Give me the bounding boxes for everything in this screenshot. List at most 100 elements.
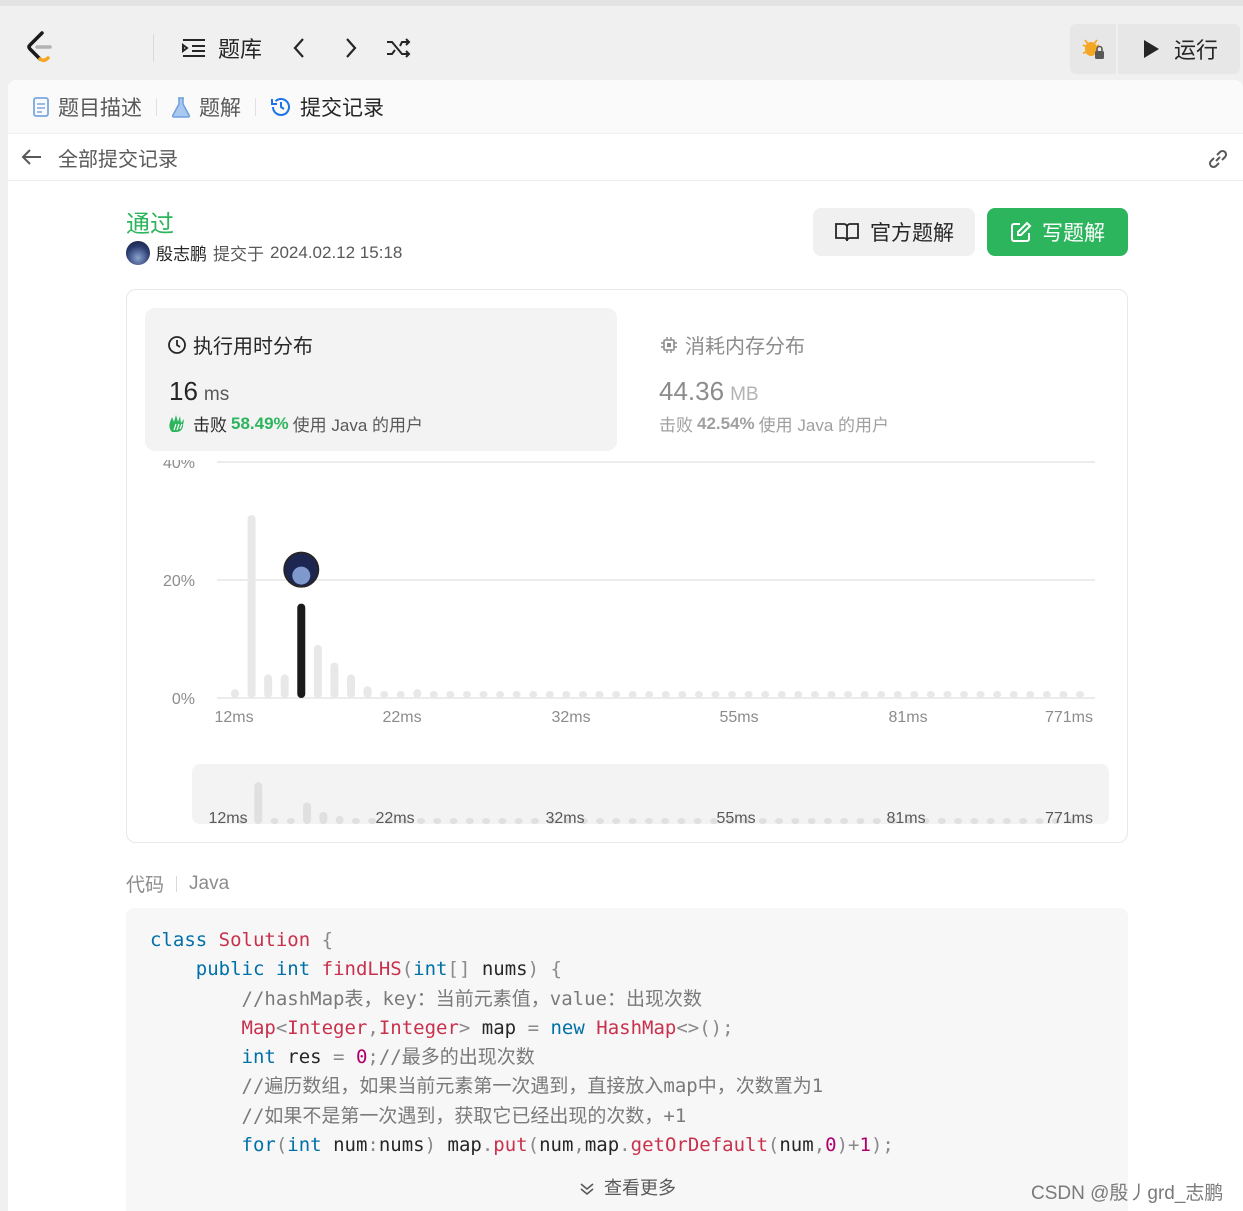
memory-value: 44.36 MB — [659, 376, 759, 407]
bar — [860, 691, 869, 698]
bar — [711, 691, 720, 698]
code-line: for(int num:nums) map.put(num,map.getOrD… — [241, 1134, 894, 1157]
mini-x-tick-label: 22ms — [375, 810, 414, 824]
mini-bar — [319, 811, 328, 824]
mini-bar — [856, 818, 865, 824]
run-label: 运行 — [1173, 38, 1218, 63]
x-tick-label: 55ms — [719, 709, 758, 726]
code-line: Map<Integer,Integer> map = new HashMap<>… — [241, 1016, 734, 1039]
mini-bar — [286, 818, 295, 824]
code-block[interactable]: class Solution { public int findLHS(int[… — [126, 908, 1128, 1211]
all-submissions-link[interactable]: 全部提交记录 — [58, 143, 178, 172]
next-problem-button[interactable] — [336, 32, 364, 64]
tab-solutions[interactable]: 题解 — [165, 92, 247, 122]
mini-bar — [433, 818, 442, 824]
mini-bar — [530, 818, 539, 824]
mini-bar — [303, 802, 312, 824]
runtime-beat-prefix: 击败 — [193, 416, 227, 435]
mini-bar — [417, 818, 426, 824]
bar — [380, 691, 389, 698]
runtime-beat-suffix: 使用 Java 的用户 — [292, 416, 424, 435]
mini-x-tick-label: 32ms — [545, 810, 584, 824]
bar — [1076, 691, 1084, 698]
bar — [943, 691, 952, 698]
x-tick-label: 12ms — [214, 709, 253, 726]
tab-solutions-label: 题解 — [199, 96, 241, 120]
bar — [264, 674, 273, 698]
write-solution-label: 写题解 — [1042, 222, 1105, 245]
mini-bar — [254, 782, 263, 824]
mini-bar — [482, 818, 491, 824]
bar — [628, 691, 637, 698]
mini-bar — [644, 818, 653, 824]
random-problem-button[interactable] — [385, 32, 413, 64]
code-label: 代码 — [126, 875, 165, 896]
mini-bar — [823, 818, 832, 824]
tab-submissions[interactable]: 提交记录 — [264, 92, 390, 122]
x-tick-label: 81ms — [888, 709, 927, 726]
runtime-value: 16 ms — [169, 376, 229, 407]
runtime-unit: ms — [203, 384, 230, 405]
runtime-distribution-chart: 40% 20% 0% 12ms 22ms 32ms 55ms 81ms 771ms — [163, 460, 1095, 726]
bar — [396, 691, 405, 698]
mini-bar — [986, 818, 995, 824]
clock-icon — [168, 335, 186, 354]
submitted-time: 2024.02.12 15:18 — [270, 242, 403, 262]
bar — [694, 691, 703, 698]
chevron-double-down-icon — [580, 1183, 594, 1195]
code-line: public int findLHS(int[] nums) { — [195, 958, 562, 981]
show-more-button[interactable]: 查看更多 — [126, 1174, 1128, 1203]
mini-bar — [498, 818, 507, 824]
debug-button[interactable] — [1070, 24, 1118, 74]
bar — [993, 691, 1002, 698]
chart-range-navigator[interactable]: 12ms 22ms 32ms 55ms 81ms 771ms — [192, 764, 1109, 824]
link-icon[interactable] — [1205, 146, 1231, 172]
bar — [496, 691, 505, 698]
code-line: //hashMap表，key：当前元素值，value：出现次数 — [150, 987, 702, 1010]
y-tick-label: 0% — [172, 691, 195, 708]
arrow-left-icon[interactable] — [20, 145, 44, 169]
bar — [529, 691, 538, 698]
bar — [595, 691, 604, 698]
mini-bar — [1019, 818, 1028, 824]
bar — [777, 691, 786, 698]
mini-bar — [351, 818, 360, 824]
mini-bar — [661, 818, 670, 824]
tab-description[interactable]: 题目描述 — [26, 92, 148, 122]
bar — [827, 691, 836, 698]
bar — [247, 515, 256, 698]
bar — [976, 691, 985, 698]
document-icon — [33, 96, 49, 117]
bar — [446, 691, 455, 698]
username[interactable]: 殷志鹏 — [156, 240, 207, 265]
official-solution-button[interactable]: 官方题解 — [813, 208, 975, 256]
prev-problem-button[interactable] — [286, 32, 314, 64]
tab-divider — [156, 97, 157, 116]
bar — [1042, 691, 1051, 698]
mini-bar — [807, 818, 816, 824]
mini-bar — [335, 815, 344, 824]
run-button[interactable]: 运行 — [1118, 24, 1240, 74]
panel-tabs: 题目描述 题解 提交记录 — [8, 80, 1243, 134]
shuffle-icon — [387, 38, 411, 58]
mini-x-tick-label: 55ms — [716, 810, 755, 824]
play-icon — [1143, 40, 1159, 58]
runtime-title-text: 执行用时分布 — [193, 336, 313, 358]
memory-beat-suffix: 使用 Java 的用户 — [758, 416, 890, 435]
memory-beat-pct: 42.54% — [697, 413, 755, 433]
problem-bank-button[interactable]: 题库 — [180, 32, 262, 64]
mini-bar — [791, 818, 800, 824]
bar — [545, 691, 554, 698]
runtime-stat[interactable]: 执行用时分布 16 ms 击败 58.49% 使用 Java 的用户 — [145, 308, 617, 451]
memory-stat[interactable]: 消耗内存分布 44.36 MB 击败 42.54% 使用 Java 的用户 — [642, 308, 1114, 451]
bar — [413, 689, 422, 698]
leetcode-logo[interactable] — [22, 28, 58, 64]
bar — [462, 691, 471, 698]
mini-bar — [677, 818, 686, 824]
avatar[interactable] — [126, 240, 150, 265]
submission-status: 通过 — [126, 211, 174, 238]
mini-x-tick-label: 12ms — [208, 810, 247, 824]
submitted-prefix: 提交于 — [213, 245, 264, 264]
mini-bar — [1002, 818, 1011, 824]
write-solution-button[interactable]: 写题解 — [987, 208, 1128, 256]
